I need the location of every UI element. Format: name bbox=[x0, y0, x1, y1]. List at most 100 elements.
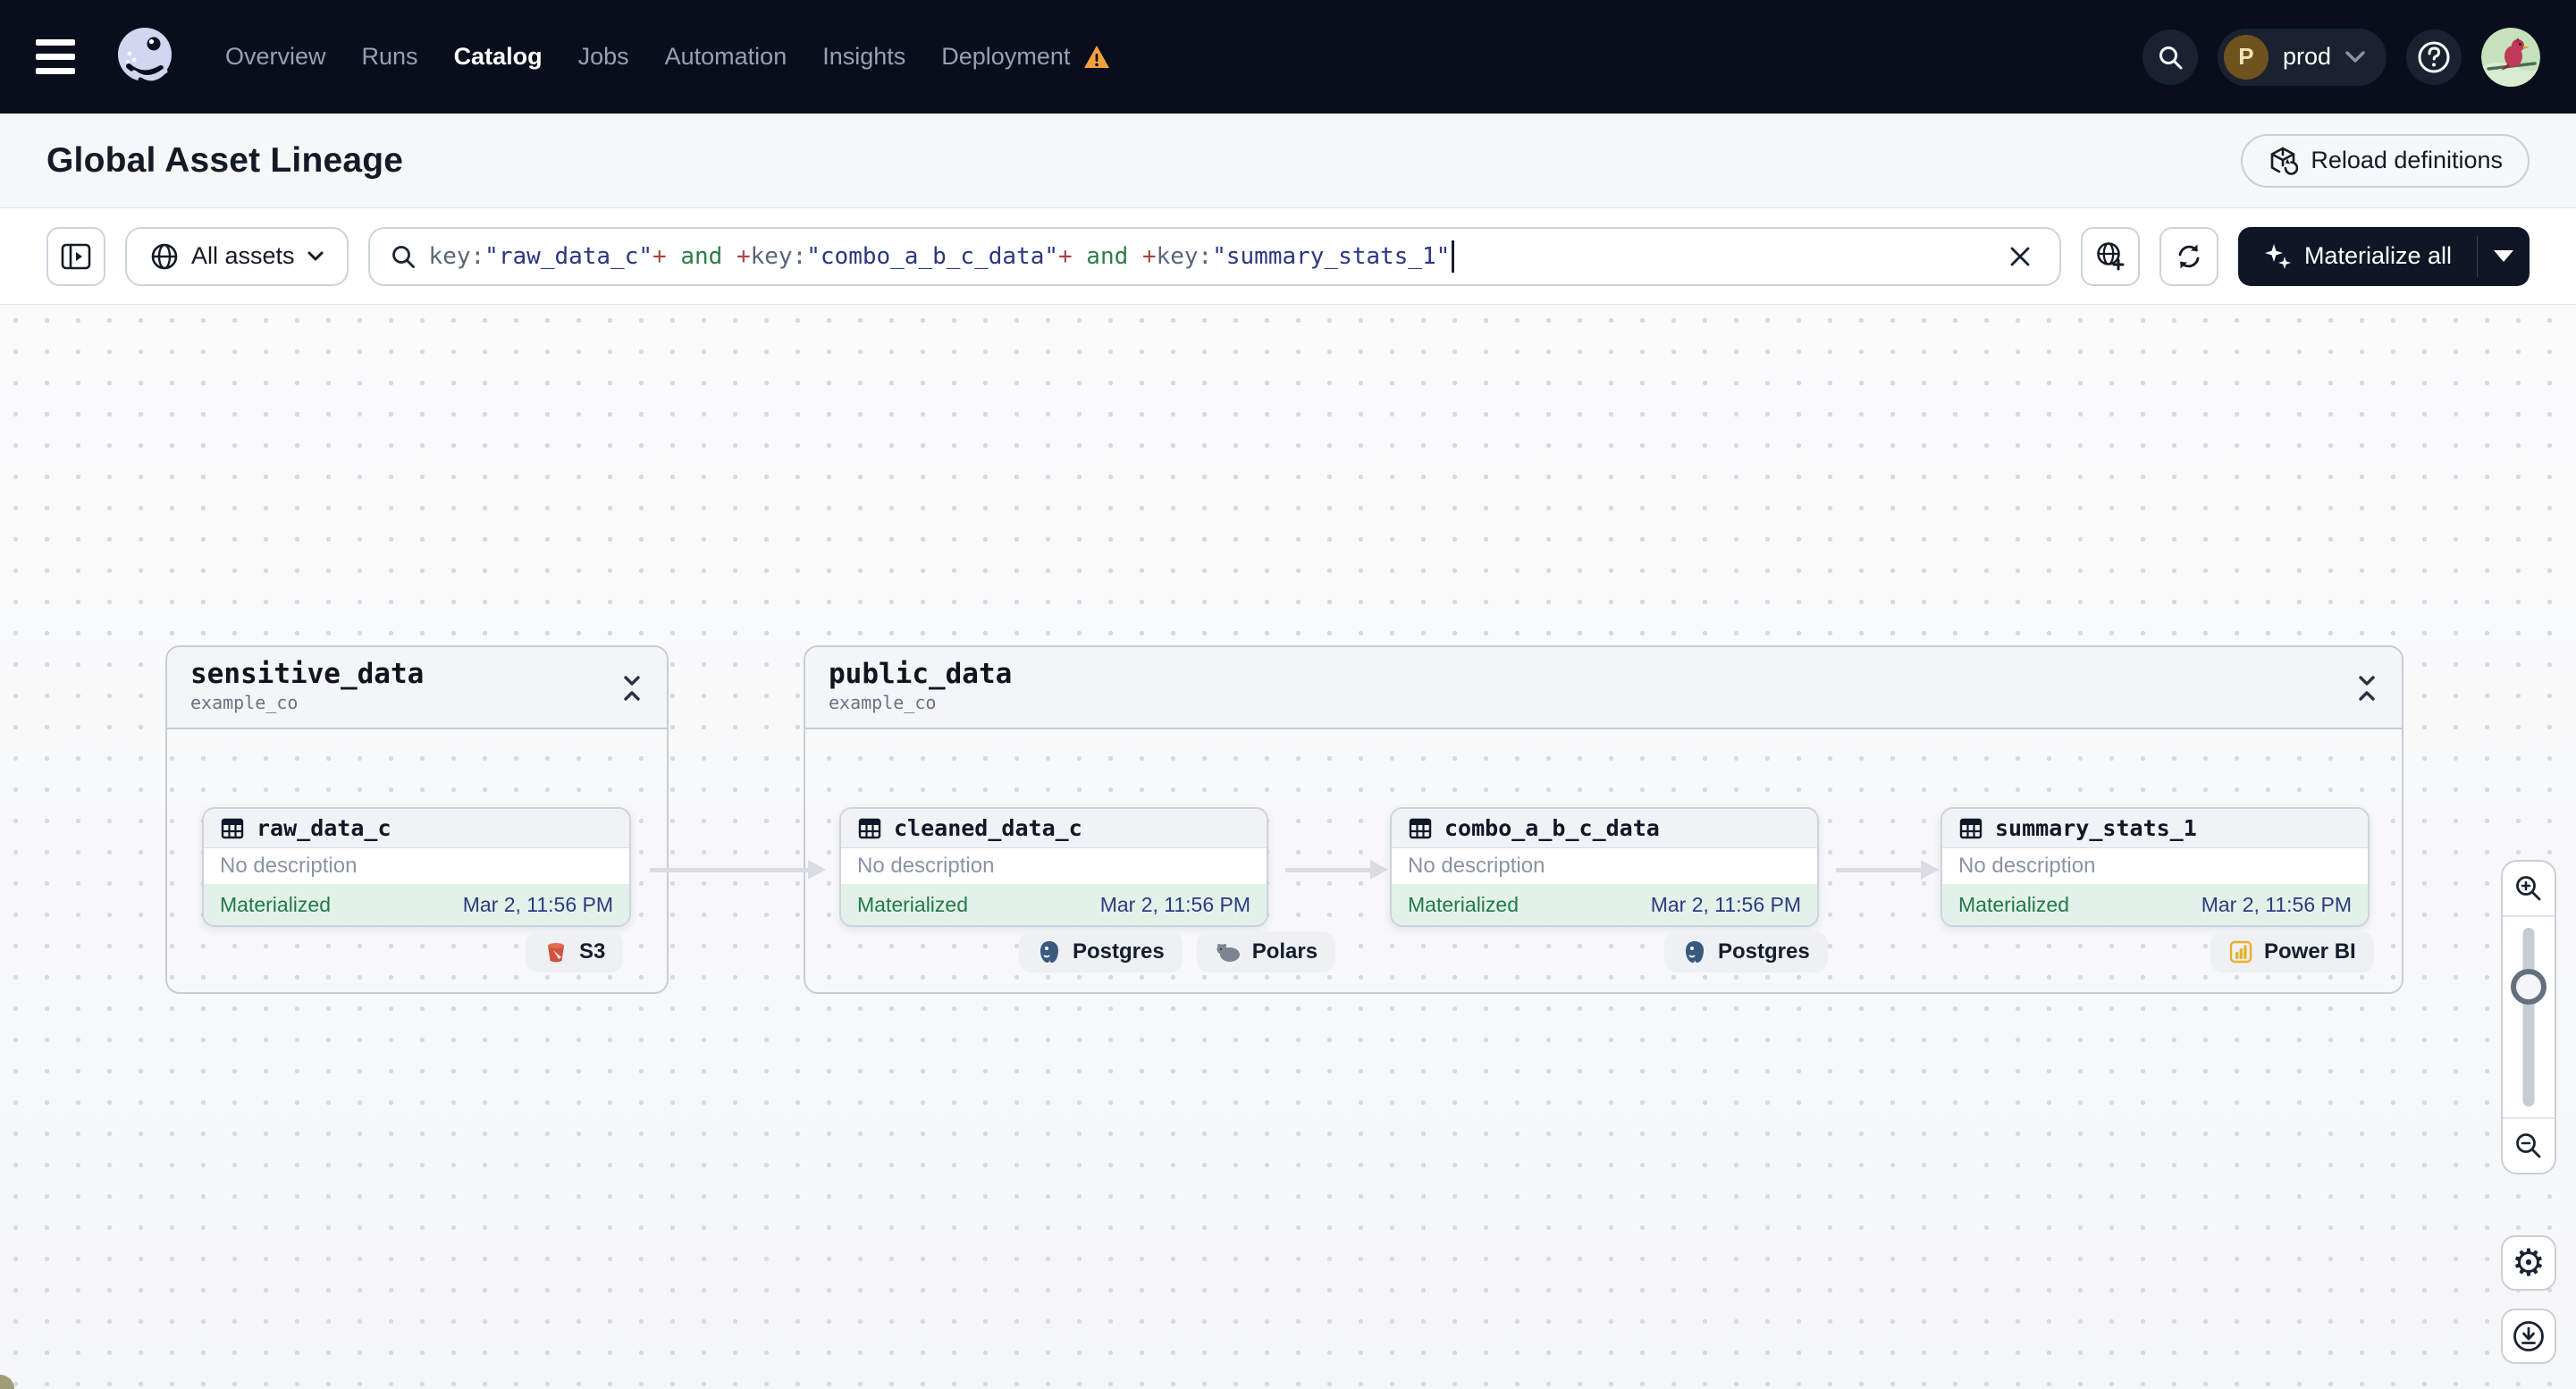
search-button[interactable] bbox=[2142, 29, 2198, 85]
group-header[interactable]: sensitive_data example_co bbox=[167, 647, 667, 729]
asset-description: No description bbox=[1942, 848, 2368, 884]
asset-status-row: Materialized Mar 2, 11:56 PM bbox=[1392, 884, 1817, 925]
table-icon bbox=[858, 818, 881, 838]
query-segment: key: bbox=[428, 242, 485, 270]
download-image-button[interactable] bbox=[2501, 1309, 2556, 1364]
zoom-slider-thumb[interactable] bbox=[2511, 969, 2547, 1005]
page-header: Global Asset Lineage Reload definitions bbox=[0, 114, 2576, 208]
powerbi-icon bbox=[2229, 940, 2252, 964]
kind-badge-label: Polars bbox=[1251, 939, 1318, 964]
materialized-timestamp[interactable]: Mar 2, 11:56 PM bbox=[463, 893, 613, 917]
dagster-logo-icon[interactable] bbox=[111, 23, 179, 91]
gear-icon: ⚙ bbox=[2512, 1241, 2546, 1284]
edge-combo-to-summary bbox=[1836, 860, 1939, 880]
collapse-group-icon[interactable] bbox=[620, 674, 644, 703]
kind-badge-s3[interactable]: S3 bbox=[526, 931, 624, 972]
materialized-timestamp[interactable]: Mar 2, 11:56 PM bbox=[1100, 893, 1250, 917]
group-name: public_data bbox=[829, 658, 1013, 690]
zoom-in-icon bbox=[2516, 876, 2541, 901]
nav-item-catalog[interactable]: Catalog bbox=[454, 43, 543, 71]
materialized-status: Materialized bbox=[1408, 892, 1519, 916]
kind-badge-label: S3 bbox=[579, 939, 606, 964]
query-segment: key: bbox=[750, 242, 807, 270]
globe-plus-icon bbox=[2097, 241, 2125, 270]
materialized-timestamp[interactable]: Mar 2, 11:56 PM bbox=[2201, 893, 2352, 917]
zoom-slider-track[interactable] bbox=[2522, 928, 2535, 1107]
query-segment: + bbox=[736, 242, 751, 270]
workspace-avatar: P bbox=[2223, 34, 2269, 80]
asset-name: raw_data_c bbox=[257, 815, 391, 841]
search-icon bbox=[2159, 46, 2183, 69]
asset-node-header: cleaned_data_c bbox=[841, 809, 1267, 848]
group-name: sensitive_data bbox=[190, 658, 425, 690]
zoom-slider[interactable] bbox=[2503, 917, 2555, 1117]
asset-name: summary_stats_1 bbox=[1995, 815, 2197, 841]
polars-icon bbox=[1216, 944, 1240, 962]
asset-description: No description bbox=[1392, 848, 1817, 884]
sparkles-icon bbox=[2264, 243, 2291, 269]
refresh-graph-button[interactable] bbox=[2159, 226, 2218, 286]
materialized-status: Materialized bbox=[857, 892, 968, 916]
materialize-all-split-button: Materialize all bbox=[2237, 226, 2530, 286]
kind-badge-postgres[interactable]: Postgres bbox=[1664, 931, 1828, 972]
query-text[interactable]: key: "raw_data_c" + and + key: "combo_a_… bbox=[429, 240, 1988, 273]
materialize-options-button[interactable] bbox=[2478, 227, 2530, 286]
asset-scope-dropdown[interactable]: All assets bbox=[125, 226, 349, 286]
collapse-group-icon[interactable] bbox=[2355, 674, 2378, 703]
nav-item-deployment[interactable]: Deployment bbox=[941, 43, 1070, 71]
asset-name: cleaned_data_c bbox=[894, 815, 1082, 841]
kind-badge-power-bi[interactable]: Power BI bbox=[2210, 931, 2374, 972]
graph-settings-button[interactable]: ⚙ bbox=[2501, 1235, 2556, 1291]
chevron-down-icon bbox=[307, 251, 324, 260]
clear-search-button[interactable] bbox=[2000, 237, 2040, 276]
open-sidebar-button[interactable] bbox=[46, 226, 105, 286]
reload-definitions-button[interactable]: Reload definitions bbox=[2241, 133, 2530, 188]
nav-item-overview[interactable]: Overview bbox=[225, 43, 326, 71]
asset-scope-label: All assets bbox=[191, 242, 295, 269]
nav-item-runs[interactable]: Runs bbox=[362, 43, 418, 71]
group-header[interactable]: public_data example_co bbox=[805, 647, 2402, 729]
s3-icon bbox=[548, 943, 564, 963]
query-segment: key: bbox=[1156, 242, 1213, 270]
help-icon bbox=[2418, 41, 2450, 72]
zoom-in-button[interactable] bbox=[2503, 862, 2555, 917]
user-avatar-image bbox=[2481, 27, 2540, 87]
materialized-status: Materialized bbox=[1958, 892, 2069, 916]
asset-node-combo-a-b-c-data[interactable]: combo_a_b_c_data No description Material… bbox=[1390, 807, 1819, 927]
hamburger-menu-icon[interactable] bbox=[36, 38, 86, 77]
kind-badge-polars[interactable]: Polars bbox=[1196, 931, 1336, 972]
top-nav-right: P prod bbox=[2142, 27, 2540, 87]
chevron-down-icon bbox=[2494, 250, 2513, 262]
asset-search-input[interactable]: key: "raw_data_c" + and + key: "combo_a_… bbox=[367, 226, 2061, 286]
warning-icon bbox=[1084, 45, 1110, 68]
asset-node-raw-data-c[interactable]: raw_data_c No description Materialized M… bbox=[202, 807, 631, 927]
zoom-out-icon bbox=[2516, 1133, 2541, 1158]
help-button[interactable] bbox=[2406, 29, 2462, 85]
nav-item-automation[interactable]: Automation bbox=[665, 43, 787, 71]
lineage-canvas[interactable]: sensitive_data example_co public_data ex… bbox=[0, 305, 2576, 1389]
zoom-out-button[interactable] bbox=[2503, 1117, 2555, 1173]
asset-node-summary-stats-1[interactable]: summary_stats_1 No description Materiali… bbox=[1940, 807, 2370, 927]
nav-item-insights[interactable]: Insights bbox=[822, 43, 905, 71]
asset-node-cleaned-data-c[interactable]: cleaned_data_c No description Materializ… bbox=[839, 807, 1268, 927]
kind-badge-postgres[interactable]: Postgres bbox=[1019, 931, 1183, 972]
fetch-external-assets-button[interactable] bbox=[2080, 226, 2140, 286]
user-avatar[interactable] bbox=[2481, 27, 2540, 87]
query-segment: and bbox=[666, 242, 737, 270]
kind-badge-label: Postgres bbox=[1718, 939, 1810, 964]
lineage-toolbar: All assets key: "raw_data_c" + and + key… bbox=[0, 208, 2576, 305]
query-segment: and bbox=[1072, 242, 1142, 270]
materialize-all-button[interactable]: Materialize all bbox=[2238, 227, 2477, 286]
query-segment: + bbox=[1058, 242, 1073, 270]
materialized-timestamp[interactable]: Mar 2, 11:56 PM bbox=[1651, 893, 1801, 917]
workspace-switcher[interactable]: P prod bbox=[2217, 28, 2387, 86]
materialized-status: Materialized bbox=[220, 892, 331, 916]
zoom-control bbox=[2501, 860, 2556, 1174]
edge-raw-to-cleaned bbox=[650, 860, 826, 880]
asset-description: No description bbox=[204, 848, 629, 884]
asset-node-header: summary_stats_1 bbox=[1942, 809, 2368, 848]
globe-icon bbox=[151, 243, 178, 269]
reload-definitions-label: Reload definitions bbox=[2311, 147, 2503, 173]
table-icon bbox=[1959, 818, 1983, 838]
nav-item-jobs[interactable]: Jobs bbox=[578, 43, 629, 71]
